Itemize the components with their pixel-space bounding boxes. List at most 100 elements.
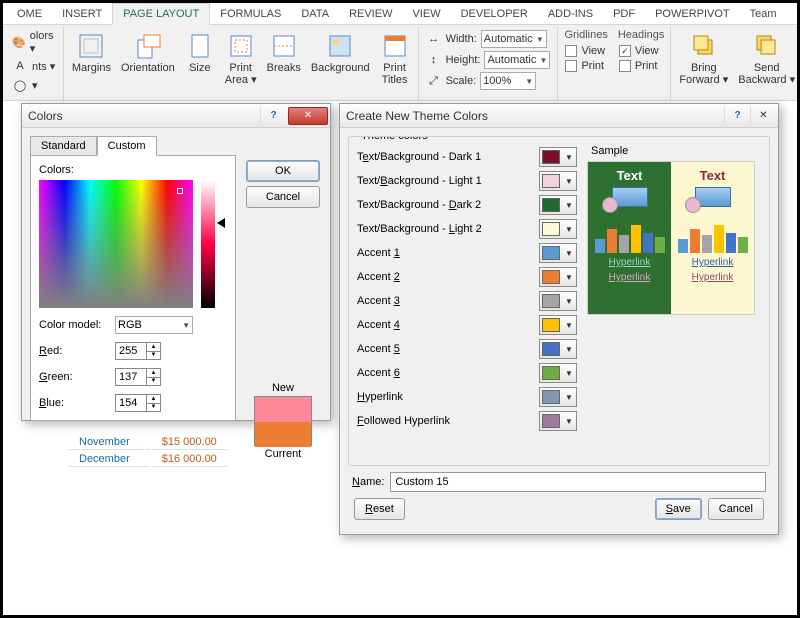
theme-color-row: Accent 2▼ (357, 265, 577, 289)
blue-label: Blue: (39, 397, 111, 409)
theme-color-button[interactable]: ▼ (539, 339, 577, 359)
font-icon: A (12, 58, 28, 74)
scale-height[interactable]: ↕Height:Automatic▼ (425, 50, 552, 70)
print-titles-button[interactable]: Print Titles (378, 29, 412, 88)
theme-color-label: Text/Background - Light 2 (357, 223, 533, 235)
color-model-label: Color model: (39, 319, 111, 331)
theme-color-button[interactable]: ▼ (539, 411, 577, 431)
save-button[interactable]: Save (655, 498, 702, 520)
spin-down-icon[interactable]: ▼ (146, 378, 160, 386)
help-button[interactable]: ? (260, 107, 286, 125)
reset-button[interactable]: Reset (354, 498, 405, 520)
spin-up-icon[interactable]: ▲ (146, 395, 160, 404)
color-swatch-icon (542, 174, 560, 188)
ribbon-body: 🎨olors ▾ Ants ▾ ◯▾ Margins Orientation S… (3, 25, 797, 101)
color-spectrum[interactable] (39, 180, 193, 308)
gridlines-view[interactable]: View (564, 44, 607, 58)
theme-colors-group: Theme colors Text/Background - Dark 1▼Te… (357, 145, 577, 433)
orientation-button[interactable]: Orientation (119, 29, 177, 76)
headings-view[interactable]: ✓View (618, 44, 664, 58)
spin-up-icon[interactable]: ▲ (146, 343, 160, 352)
close-button[interactable]: ✕ (288, 107, 328, 125)
headings-header: Headings (618, 29, 664, 43)
titlebar[interactable]: Colors ? ✕ (22, 104, 330, 128)
themes-effects[interactable]: ◯▾ (11, 76, 57, 94)
theme-color-button[interactable]: ▼ (539, 195, 577, 215)
theme-color-row: Hyperlink▼ (357, 385, 577, 409)
close-button[interactable]: ✕ (750, 107, 776, 125)
theme-color-button[interactable]: ▼ (539, 243, 577, 263)
chevron-down-icon: ▼ (565, 369, 573, 378)
theme-color-button[interactable]: ▼ (539, 363, 577, 383)
current-label: Current (246, 448, 320, 460)
hue-arrow-icon[interactable] (217, 218, 225, 228)
ribbon-tab-team[interactable]: Team (740, 4, 787, 24)
scale-width[interactable]: ↔Width:Automatic▼ (425, 29, 552, 49)
headings-print[interactable]: Print (618, 59, 664, 73)
titlebar[interactable]: Create New Theme Colors ? ✕ (340, 104, 778, 128)
hue-bar[interactable] (201, 180, 215, 308)
dialog-title: Create New Theme Colors (346, 109, 488, 123)
margins-button[interactable]: Margins (70, 29, 113, 76)
spin-up-icon[interactable]: ▲ (146, 369, 160, 378)
theme-color-row: Text/Background - Dark 1 ▼ (357, 145, 577, 169)
help-button[interactable]: ? (724, 107, 750, 125)
height-dropdown[interactable]: Automatic▼ (484, 51, 550, 69)
tab-custom[interactable]: Custom (97, 136, 157, 156)
theme-color-button[interactable]: ▼ (539, 315, 577, 335)
print-titles-icon (380, 31, 410, 61)
ribbon-tab-page-layout[interactable]: PAGE LAYOUT (112, 3, 210, 25)
bring-forward-button[interactable]: Bring Forward ▾ (677, 29, 730, 88)
gridlines-print[interactable]: Print (564, 59, 607, 73)
ok-button[interactable]: OK (246, 160, 320, 182)
background-button[interactable]: Background (309, 29, 372, 76)
ribbon-tab-powerpivot[interactable]: POWERPIVOT (645, 4, 740, 24)
breaks-button[interactable]: Breaks (265, 29, 303, 76)
scale-percent[interactable]: ⤢Scale:100%▼ (425, 71, 552, 91)
ribbon-tab-add-ins[interactable]: ADD-INS (538, 4, 603, 24)
color-swatch-icon (542, 246, 560, 260)
theme-color-button[interactable]: ▼ (539, 387, 577, 407)
green-input[interactable]: ▲▼ (115, 368, 161, 386)
colors-dialog: Colors ? ✕ Standard Custom Colors: Color… (21, 103, 331, 421)
spin-down-icon[interactable]: ▼ (146, 352, 160, 360)
cancel-button[interactable]: Cancel (708, 498, 764, 520)
ribbon-tab-data[interactable]: DATA (291, 4, 339, 24)
theme-color-button[interactable]: ▼ (539, 147, 577, 167)
color-model-dropdown[interactable]: RGB▼ (115, 316, 193, 334)
size-icon (185, 31, 215, 61)
print-area-button[interactable]: Print Area ▾ (223, 29, 259, 88)
breaks-icon (269, 31, 299, 61)
size-button[interactable]: Size (183, 29, 217, 76)
ribbon-tab-ome[interactable]: OME (7, 4, 52, 24)
ribbon-tab-pdf[interactable]: PDF (603, 4, 645, 24)
themes-colors[interactable]: 🎨olors ▾ (11, 29, 57, 56)
theme-color-label: Text/Background - Dark 1 (357, 151, 533, 163)
width-dropdown[interactable]: Automatic▼ (481, 30, 547, 48)
theme-color-button[interactable]: ▼ (539, 267, 577, 287)
print-area-icon (226, 31, 256, 61)
cancel-button[interactable]: Cancel (246, 186, 320, 208)
spin-down-icon[interactable]: ▼ (146, 404, 160, 412)
tab-standard[interactable]: Standard (30, 136, 97, 156)
ribbon-tab-developer[interactable]: DEVELOPER (451, 4, 538, 24)
theme-color-button[interactable]: ▼ (539, 171, 577, 191)
chevron-down-icon: ▼ (565, 393, 573, 402)
scale-dropdown[interactable]: 100%▼ (480, 72, 536, 90)
red-input[interactable]: ▲▼ (115, 342, 161, 360)
theme-color-label: Accent 1 (357, 247, 533, 259)
name-input[interactable] (390, 472, 766, 492)
ribbon-tab-view[interactable]: VIEW (402, 4, 450, 24)
ribbon-tab-insert[interactable]: INSERT (52, 4, 112, 24)
chevron-down-icon: ▼ (565, 225, 573, 234)
send-backward-button[interactable]: Send Backward ▾ (736, 29, 797, 88)
ribbon-tab-formulas[interactable]: FORMULAS (210, 4, 291, 24)
theme-color-row: Followed Hyperlink▼ (357, 409, 577, 433)
theme-color-button[interactable]: ▼ (539, 219, 577, 239)
ribbon-tab-review[interactable]: REVIEW (339, 4, 402, 24)
themes-fonts[interactable]: Ants ▾ (11, 57, 57, 75)
theme-color-button[interactable]: ▼ (539, 291, 577, 311)
chevron-down-icon: ▼ (565, 321, 573, 330)
blue-input[interactable]: ▲▼ (115, 394, 161, 412)
palette-icon: 🎨 (12, 35, 26, 51)
